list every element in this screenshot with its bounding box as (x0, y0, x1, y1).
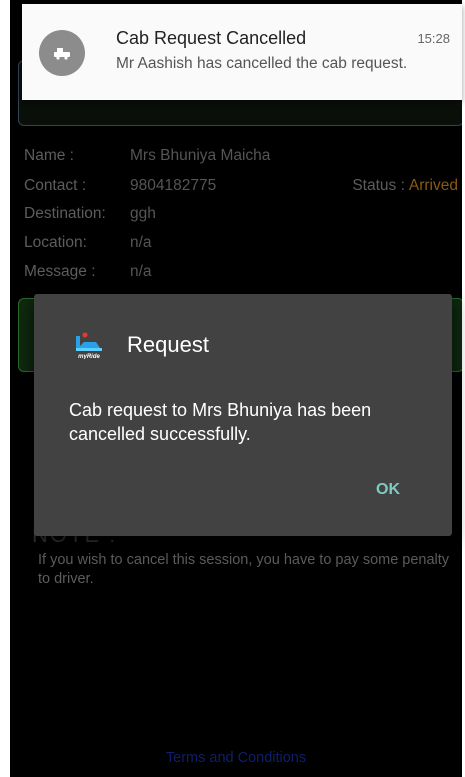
contact-row: Contact : 9804182775 (24, 177, 216, 195)
location-label: Location: (24, 234, 87, 251)
destination-row: Destination: ggh (24, 205, 156, 223)
message-value: n/a (130, 263, 152, 280)
location-row: Location: n/a (24, 234, 152, 252)
notification-body: Mr Aashish has cancelled the cab request… (116, 55, 408, 72)
note-text: If you wish to cancel this session, you … (38, 552, 450, 587)
contact-value: 9804182775 (130, 177, 217, 194)
message-label: Message : (24, 263, 96, 280)
name-label: Name : (24, 147, 74, 164)
ok-button[interactable]: OK (376, 481, 400, 499)
notification-banner[interactable]: Cab Request Cancelled 15:28 Mr Aashish h… (22, 4, 462, 100)
terms-link[interactable]: Terms and Conditions (10, 750, 462, 766)
location-value: n/a (130, 234, 152, 251)
status-row: Status : Arrived (352, 177, 458, 195)
myride-logo-icon: myRide (74, 331, 104, 359)
status-label: Status : (352, 177, 405, 194)
name-value: Mrs Bhuniya Maicha (130, 147, 271, 164)
name-row: Name : Mrs Bhuniya Maicha (24, 147, 270, 165)
destination-label: Destination: (24, 205, 106, 222)
logo-text: myRide (78, 354, 100, 359)
car-icon (39, 30, 85, 76)
dialog-message: Cab request to Mrs Bhuniya has been canc… (69, 400, 372, 444)
request-dialog: myRide Request Cab request to Mrs Bhuniy… (34, 294, 452, 536)
contact-label: Contact : (24, 177, 87, 194)
dialog-title: Request (127, 332, 209, 357)
notification-title: Cab Request Cancelled (116, 28, 307, 48)
notification-time: 15:28 (417, 31, 450, 46)
status-value: Arrived (408, 177, 458, 194)
destination-value: ggh (130, 205, 156, 222)
message-row: Message : n/a (24, 263, 152, 281)
